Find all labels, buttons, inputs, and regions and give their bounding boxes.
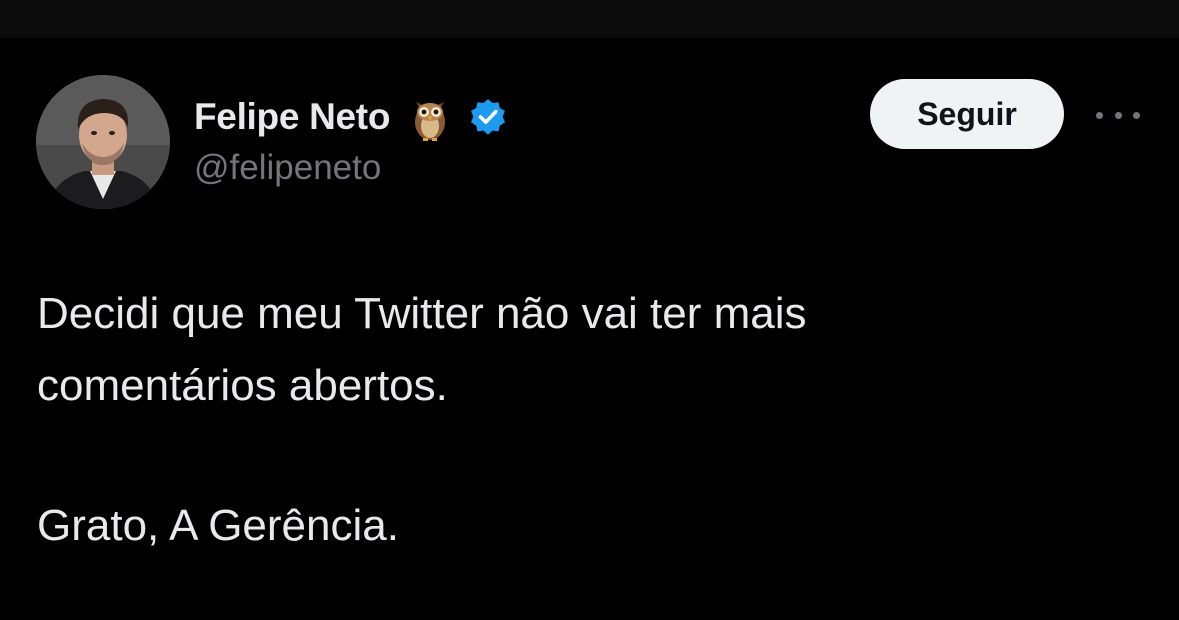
follow-button[interactable]: Seguir: [870, 79, 1064, 149]
more-options-icon[interactable]: [1096, 100, 1140, 130]
owl-icon: [408, 92, 452, 142]
author-name-row: Felipe Neto: [194, 92, 508, 142]
tweet-text-line: Decidi que meu Twitter não vai ter mais: [37, 289, 807, 338]
more-dot: [1133, 111, 1140, 119]
top-bar: [0, 0, 1179, 38]
verified-badge-icon: [468, 97, 508, 137]
more-dot: [1096, 111, 1103, 119]
author-display-name[interactable]: Felipe Neto: [194, 96, 390, 138]
author-handle[interactable]: @felipeneto: [194, 148, 381, 188]
tweet-screenshot: Felipe Neto @felipeneto Seguir Decidi qu…: [0, 0, 1179, 620]
more-dot: [1114, 111, 1122, 119]
tweet-text-line: comentários abertos.: [37, 361, 448, 410]
avatar[interactable]: [36, 75, 170, 209]
tweet-text-line: Grato, A Gerência.: [37, 501, 399, 550]
avatar-image: [36, 75, 170, 209]
